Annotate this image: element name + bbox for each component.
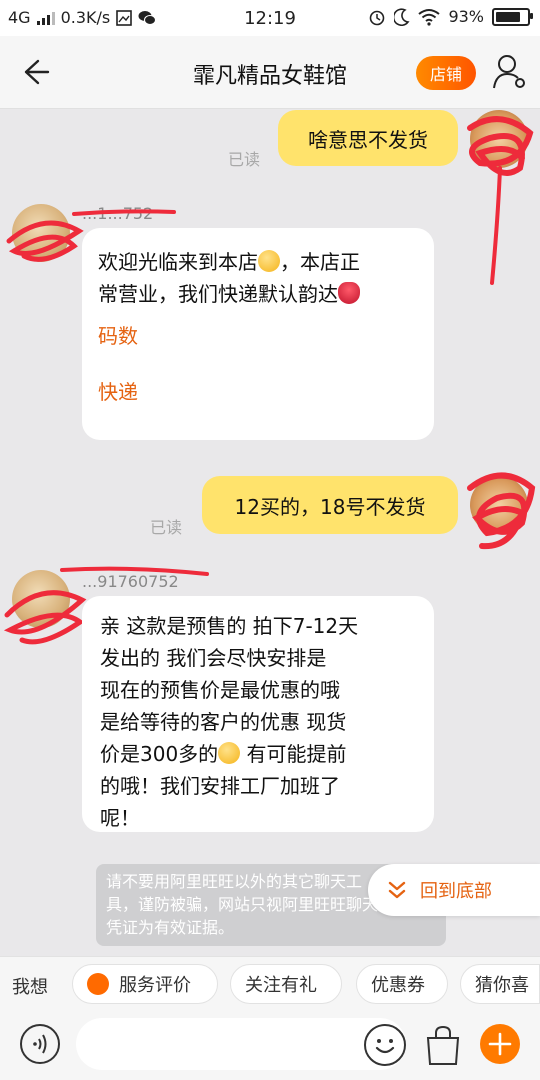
message-text: 常营业，我们快递默认韵达	[98, 282, 338, 306]
plus-icon	[488, 1032, 512, 1056]
quick-reply-label: 我想	[12, 977, 48, 998]
scroll-to-bottom-label: 回到底部	[420, 881, 492, 902]
message-line: 欢迎光临来到本店 ，本店正	[98, 246, 418, 278]
plus-button[interactable]	[480, 1024, 520, 1064]
flower-icon	[87, 973, 109, 995]
chip-label: 猜你喜	[475, 975, 529, 996]
voice-button[interactable]	[20, 1024, 60, 1064]
user-button[interactable]	[492, 52, 528, 92]
read-receipt: 已读	[228, 150, 261, 169]
status-bar: 4G 0.3K/s 12:19 93%	[0, 0, 540, 36]
wifi-icon	[418, 8, 441, 26]
battery-icon	[492, 7, 533, 26]
message-line: 呢！	[100, 806, 140, 830]
message-line: 的哦！我们安排工厂加班了	[100, 774, 340, 798]
message-text: 欢迎光临来到本店	[98, 250, 258, 274]
message-text: ，本店正	[280, 250, 360, 274]
chat-header: 霏凡精品女鞋馆 店铺	[0, 36, 540, 109]
notice-line: 凭证为有效证据。	[106, 918, 235, 938]
delivery-link[interactable]: 快递	[98, 376, 418, 408]
battery-percent: 93%	[448, 7, 484, 26]
chip-follow-gift[interactable]: 关注有礼	[230, 964, 342, 1004]
alarm-icon	[370, 10, 385, 25]
scroll-to-bottom-button[interactable]: 回到底部	[368, 864, 540, 916]
user-settings-icon	[493, 55, 525, 89]
message-line: 现在的预售价是最优惠的哦	[100, 678, 340, 702]
read-receipt: 已读	[150, 518, 183, 537]
chip-guess-you-like[interactable]: 猜你喜	[460, 964, 540, 1004]
shop-avatar[interactable]	[12, 204, 70, 262]
chat-area[interactable]: 啥意思不发货 已读 ...1...752 欢迎光临来到本店 ，本店正 常营业，我们…	[0, 108, 540, 948]
status-right: 93%	[368, 7, 533, 26]
message-line: 是给等待的客户的优惠 现货	[100, 710, 347, 734]
chip-label: 服务评价	[119, 975, 191, 996]
quick-reply-bar: 我想 服务评价 关注有礼 优惠券 猜你喜	[0, 956, 540, 1013]
rose-emoji-icon	[338, 282, 360, 304]
message-line: 发出的 我们会尽快安排是	[100, 646, 327, 670]
message-text: 12买的，18号不发货	[234, 494, 426, 519]
voice-icon	[33, 1034, 47, 1054]
product-button[interactable]	[424, 1024, 462, 1066]
shop-message-bubble[interactable]: 亲 这款是预售的 拍下7-12天 发出的 我们会尽快安排是 现在的预售价是最优惠…	[82, 596, 434, 832]
message-line: 价是300多的 有可能提前	[100, 738, 416, 770]
my-message-bubble[interactable]: 12买的，18号不发货	[202, 476, 458, 534]
chip-service-review[interactable]: 服务评价	[72, 964, 218, 1004]
chip-label: 优惠券	[371, 975, 425, 996]
double-chevron-down-icon	[388, 881, 406, 899]
bag-icon	[426, 1025, 460, 1065]
blush-emoji-icon	[258, 250, 280, 272]
message-text: 价是300多的	[100, 742, 219, 766]
my-avatar[interactable]	[470, 476, 528, 534]
input-bar	[0, 1012, 540, 1080]
my-avatar[interactable]	[470, 110, 528, 168]
message-text: 啥意思不发货	[308, 127, 428, 152]
emoji-button[interactable]	[364, 1024, 406, 1066]
message-text: 有可能提前	[240, 742, 347, 766]
my-message-bubble[interactable]: 啥意思不发货	[278, 110, 458, 166]
size-link[interactable]: 码数	[98, 320, 418, 352]
message-input[interactable]	[76, 1018, 406, 1070]
moon-icon	[394, 7, 410, 26]
sender-name: ...1...752	[82, 204, 154, 223]
chip-label: 关注有礼	[245, 975, 317, 996]
shop-message-bubble[interactable]: 欢迎光临来到本店 ，本店正 常营业，我们快递默认韵达 码数 快递	[82, 228, 434, 440]
message-line: 亲 这款是预售的 拍下7-12天	[100, 614, 359, 638]
message-line: 常营业，我们快递默认韵达	[98, 278, 418, 310]
emoji-icon	[375, 1039, 395, 1054]
shop-avatar[interactable]	[12, 570, 70, 628]
chip-coupon[interactable]: 优惠券	[356, 964, 448, 1004]
shop-button[interactable]: 店铺	[416, 56, 476, 90]
tongue-emoji-icon	[218, 742, 241, 764]
sender-name: ...91760752	[82, 572, 179, 591]
